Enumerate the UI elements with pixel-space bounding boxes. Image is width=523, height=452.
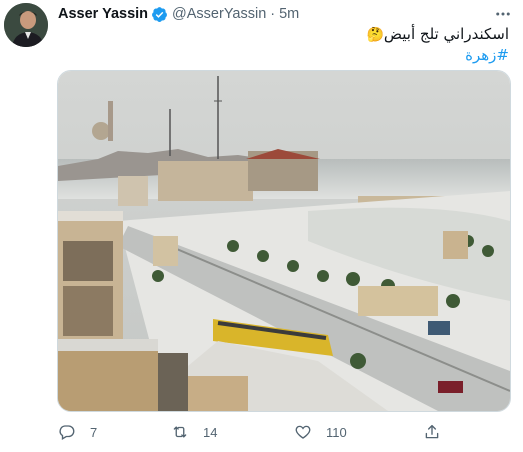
author-handle[interactable]: @AsserYassin	[172, 6, 266, 22]
share-icon	[425, 424, 439, 439]
avatar-image	[4, 3, 48, 47]
tweet-text-line: اسكندراني تلج أبيض🤔	[89, 24, 509, 45]
like-count: 110	[326, 424, 347, 440]
avatar[interactable]	[4, 3, 48, 47]
heart-icon	[295, 425, 311, 439]
hashtag-link[interactable]: #زهرة	[465, 46, 509, 64]
retweet-count: 14	[203, 424, 218, 440]
retweet-icon	[173, 426, 187, 438]
verified-badge-icon	[151, 6, 168, 23]
more-icon[interactable]	[491, 5, 515, 23]
reply-button[interactable]: 7	[58, 423, 97, 441]
separator-dot: ·	[270, 6, 276, 22]
tweet-media[interactable]	[57, 70, 511, 412]
share-button[interactable]	[423, 423, 441, 441]
tweet-text-body: اسكندراني تلج أبيض	[383, 25, 509, 43]
thinking-emoji-icon: 🤔	[366, 27, 384, 43]
retweet-button[interactable]: 14	[171, 423, 217, 441]
tweet-text: اسكندراني تلج أبيض🤔 #زهرة	[89, 24, 509, 65]
tweet-header: Asser Yassin @AsserYassin · 5m	[58, 5, 515, 23]
author-name[interactable]: Asser Yassin	[58, 6, 148, 22]
reply-count: 7	[90, 424, 98, 440]
tweet-actions: 7 14 110	[52, 420, 452, 444]
media-photo	[58, 71, 510, 411]
timestamp[interactable]: 5m	[279, 6, 299, 22]
like-button[interactable]: 110	[294, 423, 347, 441]
tweet-hashtag-line: #زهرة	[89, 45, 509, 65]
reply-icon	[59, 425, 75, 440]
